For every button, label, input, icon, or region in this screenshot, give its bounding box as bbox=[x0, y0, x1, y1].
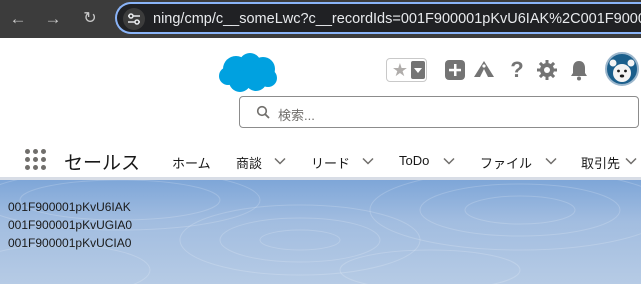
lwc-content-area: 001F900001pKvU6IAK 001F900001pKvUGIA0 00… bbox=[0, 180, 641, 284]
forward-arrow-icon[interactable]: → bbox=[41, 7, 65, 31]
chevron-down-icon[interactable] bbox=[361, 154, 375, 168]
app-navigation-bar: セールス ホーム 商談 リード ToDo ファイル 取引先 bbox=[0, 142, 641, 180]
app-name: セールス bbox=[64, 153, 141, 174]
nav-tab-opportunities[interactable]: 商談 bbox=[236, 153, 262, 172]
help-icon[interactable]: ? bbox=[505, 58, 529, 82]
user-avatar[interactable] bbox=[605, 52, 639, 86]
favorites-menu-dropdown[interactable] bbox=[411, 61, 425, 79]
favorites-button-group: ★ bbox=[386, 58, 427, 82]
trailhead-icon[interactable] bbox=[472, 58, 496, 82]
reload-icon[interactable]: ↻ bbox=[78, 7, 102, 31]
browser-toolbar: ← → ↻ ning/cmp/c__someLwc?c__recordIds=0… bbox=[0, 0, 641, 38]
record-id: 001F900001pKvUCIA0 bbox=[8, 236, 132, 250]
back-arrow-icon[interactable]: ← bbox=[6, 7, 30, 31]
global-header: ★ ? 検索... bbox=[0, 38, 641, 142]
nav-tab-accounts[interactable]: 取引先 bbox=[581, 153, 620, 172]
search-placeholder: 検索... bbox=[278, 108, 315, 123]
notifications-bell-icon[interactable] bbox=[567, 58, 591, 82]
nav-tab-leads[interactable]: リード bbox=[311, 153, 350, 172]
setup-gear-icon[interactable] bbox=[535, 58, 559, 82]
chevron-down-icon[interactable] bbox=[544, 154, 558, 168]
favorite-star-icon[interactable]: ★ bbox=[389, 59, 411, 81]
record-id: 001F900001pKvUGIA0 bbox=[8, 218, 133, 232]
site-settings-icon[interactable] bbox=[123, 8, 145, 30]
chevron-down-icon[interactable] bbox=[273, 154, 287, 168]
nav-tab-home[interactable]: ホーム bbox=[172, 153, 211, 172]
search-icon bbox=[256, 105, 270, 119]
app-launcher-icon[interactable] bbox=[25, 149, 47, 171]
record-id-list: 001F900001pKvU6IAK 001F900001pKvUGIA0 00… bbox=[8, 198, 132, 252]
nav-tab-todo[interactable]: ToDo bbox=[399, 153, 429, 168]
global-add-icon[interactable] bbox=[443, 58, 467, 82]
nav-tab-files[interactable]: ファイル bbox=[480, 153, 532, 172]
chevron-down-icon[interactable] bbox=[442, 154, 456, 168]
address-bar[interactable]: ning/cmp/c__someLwc?c__recordIds=001F900… bbox=[115, 2, 641, 34]
salesforce-cloud-logo[interactable] bbox=[218, 52, 278, 99]
chevron-down-icon[interactable] bbox=[624, 154, 638, 168]
record-id: 001F900001pKvU6IAK bbox=[8, 200, 131, 214]
url-text[interactable]: ning/cmp/c__someLwc?c__recordIds=001F900… bbox=[153, 11, 641, 27]
global-search-input[interactable]: 検索... bbox=[239, 96, 639, 128]
